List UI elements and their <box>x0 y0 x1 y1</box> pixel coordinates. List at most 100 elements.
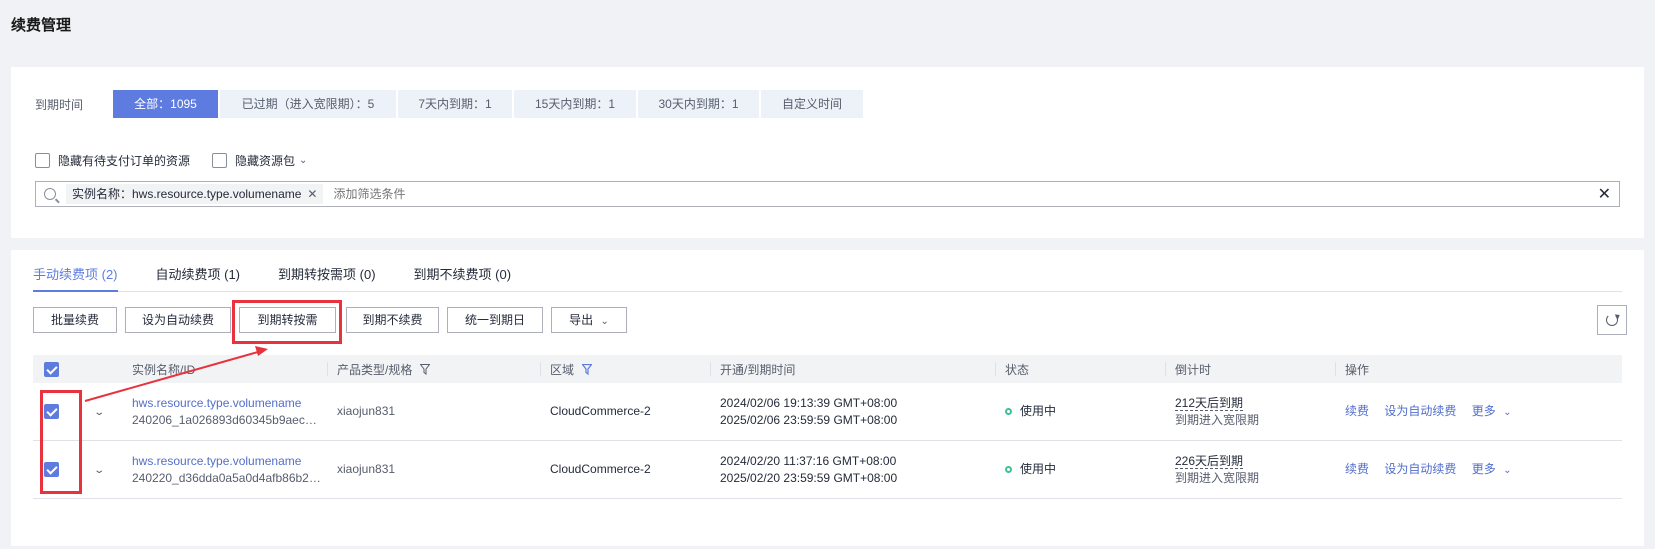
tab-auto-renew[interactable]: 自动续费项 (1) <box>156 264 241 291</box>
resource-table: 实例名称/ID 产品类型/规格 区域 开通/到期时间 状态 倒计时 操作 ⌄ h… <box>33 355 1622 499</box>
row-countdown-cell: 212天后到期 到期进入宽限期 <box>1165 395 1335 429</box>
header-status: 状态 <box>995 355 1165 383</box>
end-time: 2025/02/20 23:59:59 GMT+08:00 <box>720 470 898 485</box>
row-name-cell: hws.resource.type.volumename 240220_d36d… <box>122 453 327 487</box>
refresh-button[interactable] <box>1597 305 1627 335</box>
export-button[interactable]: 导出 ⌄ <box>551 307 627 333</box>
countdown-note: 到期进入宽限期 <box>1175 470 1260 485</box>
chip-expired[interactable]: 已过期（进入宽限期）：5 <box>220 90 396 118</box>
hide-pending-checkbox[interactable] <box>35 153 50 168</box>
hide-package-checkbox[interactable] <box>212 153 228 168</box>
funnel-icon[interactable] <box>582 364 593 375</box>
to-ondemand-button[interactable]: 到期转按需 <box>239 307 336 333</box>
no-renew-button[interactable]: 到期不续费 <box>346 307 439 333</box>
tag-close-icon[interactable]: ✕ <box>307 184 317 204</box>
region: CloudCommerce-2 <box>550 404 651 418</box>
select-all-checkbox[interactable] <box>44 361 59 377</box>
expiry-filter-label: 到期时间 <box>35 97 84 112</box>
hide-package-label: 隐藏资源包 <box>235 154 296 168</box>
tab-no-renew[interactable]: 到期不续费项 (0) <box>414 264 512 291</box>
region: CloudCommerce-2 <box>550 462 651 476</box>
hide-package-option[interactable]: 隐藏资源包 ⌄ <box>212 152 307 169</box>
more-menu[interactable]: 更多 ⌄ <box>1472 404 1512 418</box>
status-label: 使用中 <box>1020 404 1057 418</box>
clear-search-icon[interactable]: ✕ <box>1598 184 1611 204</box>
chip-7days[interactable]: 7天内到期：1 <box>398 90 512 118</box>
renew-link[interactable]: 续费 <box>1345 462 1369 476</box>
row-ops-cell: 续费 设为自动续费 更多 ⌄ <box>1335 403 1622 421</box>
export-label: 导出 <box>569 313 594 327</box>
set-auto-renew-link[interactable]: 设为自动续费 <box>1384 462 1456 476</box>
filter-tag-label: 实例名称：hws.resource.type.volumename <box>72 187 302 201</box>
chevron-down-icon: ⌄ <box>1503 464 1512 476</box>
chevron-down-icon[interactable]: ⌄ <box>93 462 105 479</box>
product-type: xiaojun831 <box>337 404 396 418</box>
header-name: 实例名称/ID <box>132 362 196 377</box>
expiry-filter: 到期时间 全部：1095 已过期（进入宽限期）：5 7天内到期：1 15天内到期… <box>35 90 865 118</box>
row-checkbox[interactable] <box>44 404 59 419</box>
countdown: 226天后到期 <box>1175 453 1244 469</box>
row-expand-cell: ⌄ <box>85 461 122 479</box>
instance-name-link[interactable]: hws.resource.type.volumename <box>132 454 301 468</box>
funnel-icon[interactable] <box>420 364 431 375</box>
chevron-down-icon[interactable]: ⌄ <box>93 404 105 421</box>
more-label: 更多 <box>1471 461 1496 476</box>
status-badge: 使用中 <box>995 461 1165 478</box>
status-dot-icon <box>1005 408 1012 416</box>
header-type: 产品类型/规格 <box>327 355 540 383</box>
row-expand-cell: ⌄ <box>85 403 122 421</box>
tab-to-ondemand[interactable]: 到期转按需项 (0) <box>278 264 376 291</box>
start-time: 2024/02/06 19:13:39 GMT+08:00 <box>720 395 898 410</box>
status-badge: 使用中 <box>995 403 1165 420</box>
chip-custom-time[interactable]: 自定义时间 <box>761 90 863 118</box>
chevron-down-icon: ⌄ <box>1503 406 1512 418</box>
hide-pending-option[interactable]: 隐藏有待支付订单的资源 <box>35 152 190 169</box>
renew-tabs: 手动续费项 (2) 自动续费项 (1) 到期转按需项 (0) 到期不续费项 (0… <box>33 264 1622 292</box>
header-region-label: 区域 <box>550 362 575 377</box>
instance-id: 240220_d36dda0a5a0d4afb86b25a... <box>132 470 322 485</box>
filter-tag: 实例名称：hws.resource.type.volumename ✕ <box>66 184 324 204</box>
row-name-cell: hws.resource.type.volumename 240206_1a02… <box>122 395 327 429</box>
toolbar: 批量续费 设为自动续费 到期转按需 到期不续费 统一到期日 导出 ⌄ <box>33 307 635 333</box>
hide-pending-label: 隐藏有待支付订单的资源 <box>58 154 191 168</box>
unify-date-button[interactable]: 统一到期日 <box>447 307 543 333</box>
row-ops-cell: 续费 设为自动续费 更多 ⌄ <box>1335 461 1622 479</box>
more-label: 更多 <box>1471 403 1496 418</box>
end-time: 2025/02/06 23:59:59 GMT+08:00 <box>720 412 898 427</box>
row-select-cell <box>33 404 85 419</box>
chip-15days[interactable]: 15天内到期：1 <box>514 90 636 118</box>
product-type: xiaojun831 <box>337 462 396 476</box>
row-time-cell: 2024/02/20 11:37:16 GMT+08:00 2025/02/20… <box>710 453 995 487</box>
chevron-down-icon[interactable]: ⌄ <box>299 155 307 166</box>
search-input[interactable] <box>333 187 1598 201</box>
chip-30days[interactable]: 30天内到期：1 <box>638 90 759 118</box>
countdown: 212天后到期 <box>1175 395 1244 411</box>
more-menu[interactable]: 更多 ⌄ <box>1472 462 1512 476</box>
start-time: 2024/02/20 11:37:16 GMT+08:00 <box>720 453 897 468</box>
header-countdown: 倒计时 <box>1165 355 1335 383</box>
set-auto-renew-link[interactable]: 设为自动续费 <box>1384 404 1456 418</box>
option-row: 隐藏有待支付订单的资源 隐藏资源包 ⌄ <box>35 152 329 169</box>
table-row: ⌄ hws.resource.type.volumename 240220_d3… <box>33 441 1622 499</box>
header-region: 区域 <box>540 355 710 383</box>
batch-renew-button[interactable]: 批量续费 <box>33 307 117 333</box>
instance-name-link[interactable]: hws.resource.type.volumename <box>132 396 301 410</box>
renew-link[interactable]: 续费 <box>1345 404 1369 418</box>
status-dot-icon <box>1005 466 1012 474</box>
row-checkbox[interactable] <box>44 462 59 477</box>
header-time: 开通/到期时间 <box>710 355 995 383</box>
expand-header <box>85 355 122 383</box>
header-ops: 操作 <box>1335 355 1622 383</box>
header-type-label: 产品类型/规格 <box>337 362 413 377</box>
set-auto-renew-button[interactable]: 设为自动续费 <box>125 307 231 333</box>
chip-all[interactable]: 全部：1095 <box>113 90 218 118</box>
list-card: 手动续费项 (2) 自动续费项 (1) 到期转按需项 (0) 到期不续费项 (0… <box>11 250 1644 546</box>
tab-manual-renew[interactable]: 手动续费项 (2) <box>33 264 118 292</box>
search-bar[interactable]: 实例名称：hws.resource.type.volumename ✕ ✕ <box>35 181 1620 207</box>
filter-card: 到期时间 全部：1095 已过期（进入宽限期）：5 7天内到期：1 15天内到期… <box>11 67 1644 238</box>
row-time-cell: 2024/02/06 19:13:39 GMT+08:00 2025/02/06… <box>710 395 995 429</box>
page-title: 续费管理 <box>11 17 72 34</box>
countdown-note: 到期进入宽限期 <box>1175 412 1260 427</box>
table-row: ⌄ hws.resource.type.volumename 240206_1a… <box>33 383 1622 441</box>
table-header: 实例名称/ID 产品类型/规格 区域 开通/到期时间 状态 倒计时 操作 <box>33 355 1622 383</box>
